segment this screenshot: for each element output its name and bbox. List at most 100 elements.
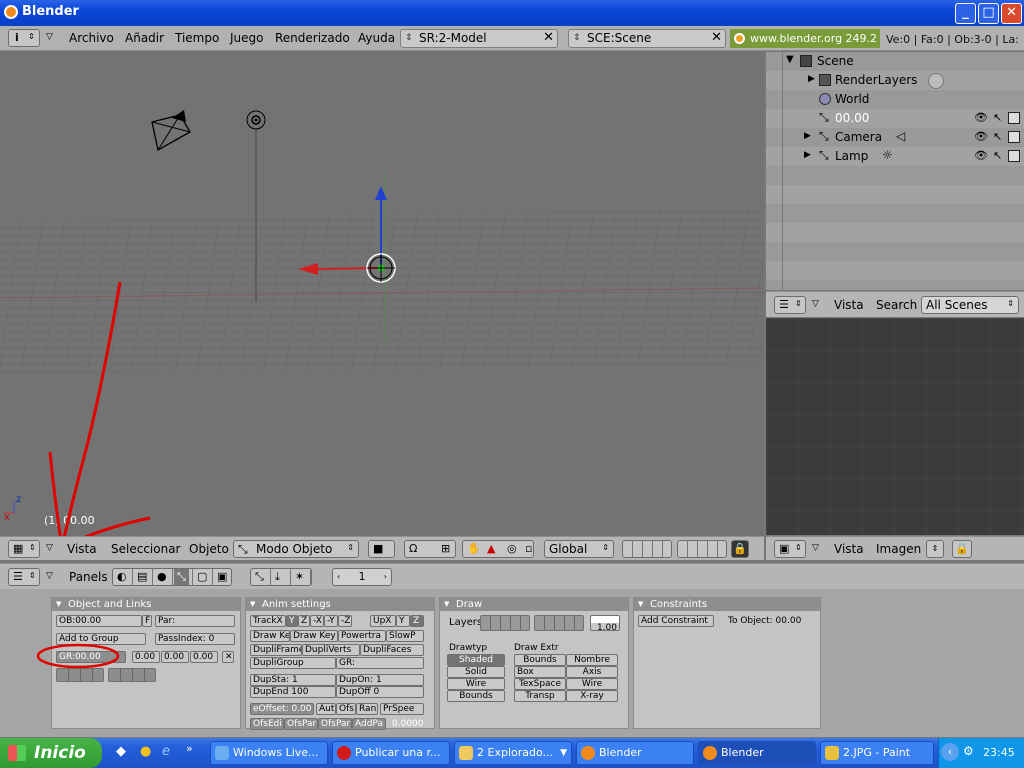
cursor-select-icon[interactable]: ↖ xyxy=(993,130,1002,143)
offset-parent-toggle[interactable]: OfsPar xyxy=(284,718,318,730)
object-name-field[interactable]: OB:00.00 xyxy=(56,615,142,627)
dupend-field[interactable]: DupEnd 100 xyxy=(250,686,336,698)
fake-user-toggle[interactable]: F xyxy=(142,615,152,627)
panel-title[interactable]: Draw xyxy=(440,598,628,611)
menu-seleccionar[interactable]: Seleccionar xyxy=(111,542,180,556)
outliner[interactable]: ▼ Scene ▶ RenderLayers World ⤡ 00.00 👁 ↖… xyxy=(766,52,1024,290)
add-parent-toggle[interactable]: AddPa xyxy=(352,718,386,730)
task-explorer[interactable]: 2 Explorado... ▼ xyxy=(454,741,572,765)
view3d-editor-type[interactable]: ▦ ⇕ xyxy=(8,540,40,558)
group-offset-z[interactable]: 0.00 xyxy=(190,651,218,663)
quicklaunch-desktop-icon[interactable]: ◆ xyxy=(116,744,126,759)
manipulator-toggles[interactable]: ✋ ▲ ◎ ▫ xyxy=(462,540,534,558)
track-axis-x[interactable]: TrackX xyxy=(250,615,286,627)
bounds-type-selector[interactable]: Box xyxy=(514,666,566,678)
scene-filter-selector[interactable]: All Scenes ⇕ xyxy=(921,296,1019,314)
object-layers-1[interactable] xyxy=(480,615,530,631)
drawextra-wire[interactable]: Wire xyxy=(566,678,618,690)
task-blender-2[interactable]: Blender xyxy=(698,741,816,765)
frame-number-field[interactable]: ‹ 1 › xyxy=(332,568,392,586)
maximize-button[interactable]: □ xyxy=(978,3,999,24)
group-offset-y[interactable]: 0.00 xyxy=(161,651,189,663)
image-browse-button[interactable]: ⇕ xyxy=(926,540,944,558)
delete-scene-icon[interactable]: ✕ xyxy=(711,29,722,46)
cursor-select-icon[interactable]: ↖ xyxy=(993,149,1002,162)
expand-triangle-icon[interactable]: ▼ xyxy=(786,54,794,65)
panel-title[interactable]: Constraints xyxy=(634,598,820,611)
ie-icon[interactable]: e xyxy=(162,744,170,759)
drawextra-axis[interactable]: Axis xyxy=(566,666,618,678)
track-axis-z[interactable]: Z xyxy=(298,615,310,627)
task-opera[interactable]: Publicar una r... xyxy=(332,741,450,765)
lock-icon[interactable]: 🔒 xyxy=(731,540,749,558)
eye-icon[interactable]: 👁 xyxy=(974,130,988,143)
context-buttons[interactable]: ◐ ▤ ● ⤡ ▢ ▣ xyxy=(112,568,232,586)
offset-particle-toggle[interactable]: OfsPar xyxy=(318,718,352,730)
lamp-object[interactable] xyxy=(246,110,266,130)
track-axis-y[interactable]: Y xyxy=(286,615,298,627)
image-menu-imagen[interactable]: Imagen xyxy=(876,542,921,556)
up-axis-x[interactable]: UpX xyxy=(370,615,396,627)
outliner-row-lamp[interactable]: ▶ ⤡ Lamp ☼ 👁 ↖ xyxy=(766,147,1024,166)
close-button[interactable]: ✕ xyxy=(1001,3,1022,24)
time-offset-field[interactable]: eOffset: 0.00 xyxy=(250,703,314,715)
drawtype-bounds[interactable]: Bounds xyxy=(447,690,505,702)
render-icon[interactable] xyxy=(1008,112,1020,124)
panels-menu[interactable]: Panels xyxy=(69,570,108,584)
drawextra-texspace[interactable]: TexSpace xyxy=(514,678,566,690)
up-axis-y[interactable]: Y xyxy=(396,615,410,627)
add-constraint-button[interactable]: Add Constraint xyxy=(638,615,714,627)
mode-selector[interactable]: ⤡ Modo Objeto ⇕ xyxy=(233,540,359,558)
task-blender-1[interactable]: Blender xyxy=(576,741,694,765)
task-paint[interactable]: 2.JPG - Paint xyxy=(820,741,934,765)
duplifaces-toggle[interactable]: DupliFaces xyxy=(360,644,424,656)
offset-ran-toggle[interactable]: Ran xyxy=(356,703,378,715)
collapse-menu-icon[interactable]: ▽ xyxy=(46,543,53,553)
drawextra-bounds[interactable]: Bounds xyxy=(514,654,566,666)
prspeed-toggle[interactable]: PrSpee xyxy=(380,703,424,715)
expand-triangle-icon[interactable]: ▶ xyxy=(804,131,811,141)
dupli-group-field[interactable]: GR: xyxy=(336,657,424,669)
tray-expand-icon[interactable]: ‹ xyxy=(941,743,959,761)
layer-buttons-1[interactable] xyxy=(622,540,672,558)
camera-object[interactable] xyxy=(151,110,191,151)
image-editor[interactable] xyxy=(766,318,1024,535)
drawtype-solid[interactable]: Solid xyxy=(447,666,505,678)
image-menu-vista[interactable]: Vista xyxy=(834,542,864,556)
menu-juego[interactable]: Juego xyxy=(230,31,264,45)
expand-triangle-icon[interactable]: ▶ xyxy=(808,74,815,84)
track-axis-negy[interactable]: -Y xyxy=(324,615,338,627)
render-icon[interactable] xyxy=(1008,131,1020,143)
subcontext-buttons[interactable]: ⤡ ⤓ ✶ xyxy=(250,568,312,586)
dupliframes-toggle[interactable]: DupliFrame xyxy=(250,644,302,656)
outliner-editor-type[interactable]: ☰ ⇕ xyxy=(774,296,806,314)
menu-tiempo[interactable]: Tiempo xyxy=(175,31,219,45)
layer-buttons-2[interactable] xyxy=(677,540,727,558)
image-lock-icon[interactable]: 🔒 xyxy=(952,540,972,558)
offset-ofs-toggle[interactable]: Ofs xyxy=(336,703,356,715)
collapse-menu-icon[interactable]: ▽ xyxy=(46,571,53,581)
slowpar-toggle[interactable]: SlowP xyxy=(386,630,424,642)
buttons-editor-type[interactable]: ☰ ⇕ xyxy=(8,568,40,586)
pass-index-field[interactable]: PassIndex: 0 xyxy=(155,633,235,645)
object-layers-2[interactable] xyxy=(534,615,584,631)
draw-key-sel-toggle[interactable]: Draw Key xyxy=(290,630,338,642)
eye-icon[interactable]: 👁 xyxy=(974,111,988,124)
network-icon[interactable]: ⚙ xyxy=(963,744,974,758)
blender-url-link[interactable]: www.blender.org 249.2 xyxy=(730,29,880,48)
render-icon[interactable] xyxy=(1008,150,1020,162)
outliner-row-renderlayers[interactable]: ▶ RenderLayers xyxy=(766,71,1024,90)
quicklaunch-more-icon[interactable]: » xyxy=(186,742,193,755)
drawtype-shaded[interactable]: Shaded xyxy=(447,654,505,666)
drawextra-xray[interactable]: X-ray xyxy=(566,690,618,702)
task-windows-live[interactable]: Windows Live... xyxy=(210,741,328,765)
delete-screen-icon[interactable]: ✕ xyxy=(543,29,554,46)
outliner-menu-search[interactable]: Search xyxy=(876,298,917,312)
minimize-button[interactable]: _ xyxy=(955,3,976,24)
eye-icon[interactable]: 👁 xyxy=(974,149,988,162)
draw-type-button[interactable]: ■ xyxy=(368,540,395,558)
menu-renderizado[interactable]: Renderizado xyxy=(275,31,350,45)
panel-title[interactable]: Anim settings xyxy=(246,598,434,611)
offset-edit-toggle[interactable]: OfsEdi xyxy=(250,718,284,730)
menu-archivo[interactable]: Archivo xyxy=(69,31,114,45)
